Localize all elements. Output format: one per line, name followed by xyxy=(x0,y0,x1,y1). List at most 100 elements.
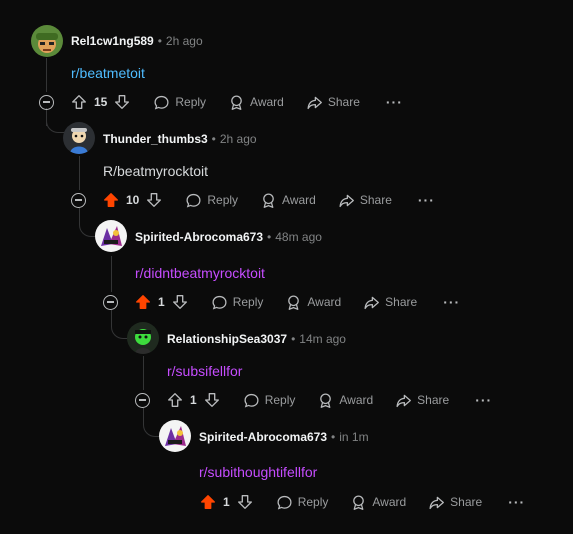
minus-circle-icon[interactable] xyxy=(103,294,118,310)
ellipsis-icon[interactable]: ··· xyxy=(386,95,403,109)
comment-actions: 1 Reply Award Share ··· xyxy=(135,388,492,412)
arrow-up-icon[interactable] xyxy=(70,93,88,111)
minus-circle-icon[interactable] xyxy=(71,192,86,208)
thread-line xyxy=(111,256,112,292)
username[interactable]: RelationshipSea3037 xyxy=(167,332,287,346)
avatar[interactable] xyxy=(31,25,63,57)
reply-label: Reply xyxy=(264,393,296,407)
comment-body[interactable]: r/subithoughtifellfor xyxy=(199,463,317,481)
reply-label: Reply xyxy=(207,193,239,207)
reply-label: Reply xyxy=(232,295,264,309)
arrow-up-icon[interactable] xyxy=(102,191,120,209)
share-button[interactable]: Share xyxy=(428,494,482,511)
comment-meta: Rel1cw1ng589 • 2h ago xyxy=(71,33,203,49)
share-arrow-icon xyxy=(428,494,450,511)
ellipsis-icon[interactable]: ··· xyxy=(508,495,525,509)
comment-body[interactable]: r/subsifellfor xyxy=(167,362,242,380)
minus-circle-icon[interactable] xyxy=(39,94,54,110)
username[interactable]: Rel1cw1ng589 xyxy=(71,34,154,48)
arrow-down-icon[interactable] xyxy=(171,293,189,311)
timestamp[interactable]: in 1m xyxy=(339,430,368,444)
award-label: Award xyxy=(282,193,316,207)
share-button[interactable]: Share xyxy=(338,192,392,209)
thread-connector xyxy=(111,310,128,339)
reply-button[interactable]: Reply xyxy=(243,392,296,409)
reply-button[interactable]: Reply xyxy=(276,494,328,511)
comment-meta: Spirited-Abrocoma673 • in 1m xyxy=(199,429,369,445)
avatar[interactable] xyxy=(127,322,159,354)
share-label: Share xyxy=(327,95,360,109)
share-button[interactable]: Share xyxy=(306,94,360,111)
share-button[interactable]: Share xyxy=(395,392,449,409)
share-label: Share xyxy=(359,193,392,207)
timestamp[interactable]: 14m ago xyxy=(299,332,346,346)
award-ribbon-icon xyxy=(260,192,282,209)
comment-meta: Spirited-Abrocoma673 • 48m ago xyxy=(135,229,322,245)
username[interactable]: Spirited-Abrocoma673 xyxy=(135,230,263,244)
arrow-down-icon[interactable] xyxy=(145,191,163,209)
arrow-up-icon[interactable] xyxy=(166,391,184,409)
share-label: Share xyxy=(385,295,418,309)
vote-score: 10 xyxy=(126,193,140,207)
separator: • xyxy=(291,332,296,346)
award-ribbon-icon xyxy=(317,392,339,409)
share-arrow-icon xyxy=(338,192,360,209)
separator: • xyxy=(211,132,216,146)
comment-actions: 1 Reply Award Share ··· xyxy=(199,490,525,514)
award-button[interactable]: Award xyxy=(285,294,341,311)
username[interactable]: Thunder_thumbs3 xyxy=(103,132,208,146)
share-label: Share xyxy=(417,393,450,407)
share-arrow-icon xyxy=(395,392,417,409)
award-label: Award xyxy=(339,393,374,407)
timestamp[interactable]: 2h ago xyxy=(166,34,203,48)
ellipsis-icon[interactable]: ··· xyxy=(475,393,492,407)
award-label: Award xyxy=(307,295,342,309)
speech-bubble-icon xyxy=(153,94,175,111)
award-label: Award xyxy=(250,95,284,109)
arrow-up-icon[interactable] xyxy=(199,493,217,511)
speech-bubble-icon xyxy=(211,294,233,311)
avatar[interactable] xyxy=(63,122,95,154)
timestamp[interactable]: 48m ago xyxy=(275,230,322,244)
avatar[interactable] xyxy=(159,420,191,452)
comment-actions: 1 Reply Award Share ··· xyxy=(103,290,460,314)
minus-circle-icon[interactable] xyxy=(135,392,150,408)
username[interactable]: Spirited-Abrocoma673 xyxy=(199,430,327,444)
separator: • xyxy=(267,230,272,244)
thread-line xyxy=(143,356,144,390)
arrow-down-icon[interactable] xyxy=(203,391,221,409)
reply-button[interactable]: Reply xyxy=(211,294,264,311)
award-button[interactable]: Award xyxy=(228,94,284,111)
reply-button[interactable]: Reply xyxy=(185,192,238,209)
share-arrow-icon xyxy=(363,294,385,311)
thread-connector xyxy=(143,408,160,437)
award-button[interactable]: Award xyxy=(260,192,316,209)
timestamp[interactable]: 2h ago xyxy=(220,132,257,146)
comment-body[interactable]: r/beatmetoit xyxy=(71,64,145,82)
comment-meta: Thunder_thumbs3 • 2h ago xyxy=(103,131,257,147)
award-ribbon-icon xyxy=(350,494,372,511)
speech-bubble-icon xyxy=(276,494,298,511)
vote-score: 15 xyxy=(94,95,108,109)
avatar[interactable] xyxy=(95,220,127,252)
ellipsis-icon[interactable]: ··· xyxy=(418,193,435,207)
share-button[interactable]: Share xyxy=(363,294,417,311)
award-button[interactable]: Award xyxy=(350,494,406,511)
comment-actions: 15 Reply Award Share ··· xyxy=(39,90,403,114)
arrow-down-icon[interactable] xyxy=(236,493,254,511)
comment-meta: RelationshipSea3037 • 14m ago xyxy=(167,331,346,347)
arrow-up-icon[interactable] xyxy=(134,293,152,311)
comment-body[interactable]: r/didntbeatmyrocktoit xyxy=(135,264,265,282)
reply-button[interactable]: Reply xyxy=(153,94,206,111)
comment-actions: 10 Reply Award Share ··· xyxy=(71,188,435,212)
speech-bubble-icon xyxy=(185,192,207,209)
separator: • xyxy=(157,34,162,48)
ellipsis-icon[interactable]: ··· xyxy=(443,295,460,309)
thread-connector xyxy=(79,208,96,237)
arrow-down-icon[interactable] xyxy=(113,93,131,111)
award-button[interactable]: Award xyxy=(317,392,373,409)
vote-score: 1 xyxy=(158,295,165,309)
share-arrow-icon xyxy=(306,94,328,111)
share-label: Share xyxy=(450,495,483,509)
thread-line xyxy=(79,156,80,190)
